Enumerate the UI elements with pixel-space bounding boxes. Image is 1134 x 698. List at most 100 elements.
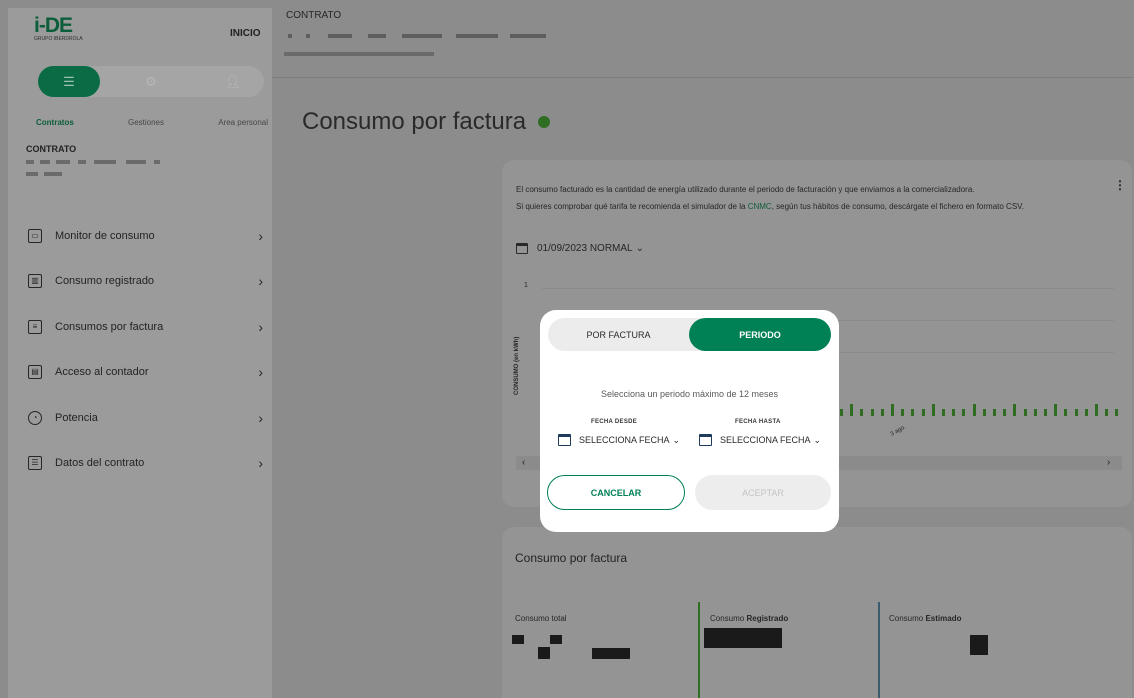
summary-card: Consumo por factura Consumo total Consum… bbox=[502, 527, 1132, 698]
chevron-down-icon: ⌄ bbox=[813, 434, 822, 445]
card-description: El consumo facturado es la cantidad de e… bbox=[516, 181, 1086, 215]
sidebar-item-acceso-contador[interactable]: ▤ Acceso al contador › bbox=[28, 350, 263, 396]
consumption-bar bbox=[982, 409, 986, 416]
sidebar-item-label: Datos del contrato bbox=[55, 457, 145, 470]
sidebar-item-consumos-factura[interactable]: ≡ Consumos por factura › bbox=[28, 304, 263, 350]
chevron-right-icon: › bbox=[258, 364, 263, 381]
consumption-bar bbox=[860, 409, 864, 416]
description-line-2: Si quieres comprobar qué tarifa te recom… bbox=[516, 202, 1024, 211]
period-selector[interactable]: 01/09/2023 NORMAL ⌄ bbox=[516, 243, 644, 254]
mode-tabs: POR FACTURA PERIODO bbox=[548, 318, 831, 351]
consumption-bar bbox=[1033, 409, 1037, 416]
consumption-bar bbox=[911, 409, 915, 416]
info-icon[interactable] bbox=[538, 116, 551, 128]
chevron-down-icon: ⌄ bbox=[635, 243, 645, 254]
registered-consumption-label: Consumo Registrado bbox=[710, 614, 789, 623]
consumption-bar bbox=[972, 404, 976, 416]
consumption-bar bbox=[952, 409, 956, 416]
invoice-icon: ≡ bbox=[28, 319, 42, 334]
modal-message: Selecciona un periodo máximo de 12 meses bbox=[600, 389, 779, 399]
consumption-bar bbox=[850, 404, 854, 416]
x-tick: 3 ago. bbox=[889, 424, 908, 438]
sidebar-item-label: Potencia bbox=[55, 411, 98, 424]
sidebar-item-datos-contrato[interactable]: ☰ Datos del contrato › bbox=[28, 441, 263, 487]
inicio-link[interactable]: INICIO bbox=[230, 28, 261, 39]
gestiones-tab-button[interactable]: ⚙ bbox=[120, 66, 182, 97]
consumption-bar bbox=[1054, 404, 1058, 416]
sidebar-item-label: Acceso al contador bbox=[55, 366, 149, 379]
divider-registrado bbox=[698, 602, 700, 698]
page-title-text: Consumo por factura bbox=[302, 108, 527, 135]
sidebar: i-DE GRUPO IBERDROLA INICIO ☰ ⚙ 👤︎ Contr… bbox=[8, 8, 272, 698]
tab-label-contratos[interactable]: Contratos bbox=[36, 118, 74, 127]
fecha-hasta-select[interactable]: SELECCIONA FECHA ⌄ bbox=[699, 434, 821, 446]
contracts-tab-button[interactable]: ☰ bbox=[38, 66, 100, 97]
chevron-right-icon: › bbox=[258, 409, 263, 426]
meter-icon: ▤ bbox=[28, 365, 42, 380]
consumption-bar bbox=[880, 409, 884, 416]
sidebar-item-monitor-consumo[interactable]: ▭ Monitor de consumo › bbox=[28, 213, 263, 259]
consumption-bar bbox=[1084, 409, 1088, 416]
list-icon: ☰ bbox=[63, 73, 75, 89]
consumption-bar bbox=[1044, 409, 1047, 416]
chevron-right-icon: › bbox=[258, 227, 263, 244]
calendar-icon bbox=[516, 243, 528, 254]
selected-period: 01/09/2023 NORMAL bbox=[537, 243, 633, 254]
chevron-right-icon: › bbox=[258, 455, 263, 472]
more-options-icon[interactable]: ⋮ bbox=[1114, 178, 1126, 192]
chevron-right-icon: › bbox=[258, 318, 263, 335]
sidebar-item-consumo-registrado[interactable]: ▥ Consumo registrado › bbox=[28, 259, 263, 305]
tab-periodo[interactable]: PERIODO bbox=[689, 318, 831, 351]
estimated-consumption-label: Consumo Estimado bbox=[889, 614, 962, 623]
contract-header-title: CONTRATO bbox=[286, 10, 342, 21]
y-tick: 1 bbox=[524, 282, 528, 289]
consumption-bar bbox=[1023, 409, 1027, 416]
chevron-down-icon: ⌄ bbox=[672, 434, 681, 445]
person-icon: 👤︎ bbox=[224, 73, 242, 89]
cnmc-link[interactable]: CNMC bbox=[748, 202, 772, 211]
consumption-bar bbox=[891, 404, 894, 416]
fecha-desde-select[interactable]: SELECCIONA FECHA ⌄ bbox=[558, 434, 680, 446]
sidebar-menu: ▭ Monitor de consumo › ▥ Consumo registr… bbox=[28, 213, 263, 486]
gear-icon: ⚙ bbox=[145, 73, 157, 89]
scroll-left-icon[interactable]: ‹ bbox=[522, 457, 525, 468]
section-switcher: ☰ ⚙ 👤︎ bbox=[38, 66, 264, 97]
logo-text: i-DE bbox=[34, 14, 73, 37]
gridline bbox=[542, 288, 1114, 289]
consumption-bar bbox=[1003, 409, 1007, 416]
sidebar-item-label: Consumo registrado bbox=[55, 275, 155, 288]
consumption-bar bbox=[1074, 409, 1078, 416]
tab-por-factura[interactable]: POR FACTURA bbox=[548, 318, 689, 351]
date-range-modal: POR FACTURA PERIODO Selecciona un period… bbox=[540, 310, 839, 532]
summary-title: Consumo por factura bbox=[515, 551, 628, 565]
total-consumption-label: Consumo total bbox=[515, 614, 567, 623]
ide-logo[interactable]: i-DE GRUPO IBERDROLA bbox=[34, 14, 83, 42]
tab-label-area-personal[interactable]: Area personal bbox=[218, 118, 268, 127]
personal-area-tab-button[interactable]: 👤︎ bbox=[202, 66, 264, 97]
cancel-button[interactable]: CANCELAR bbox=[547, 475, 685, 510]
logo-subtitle: GRUPO IBERDROLA bbox=[34, 36, 83, 42]
consumption-bars bbox=[840, 398, 1122, 416]
fecha-desde-label: FECHA DESDE bbox=[591, 419, 638, 425]
tab-label-gestiones[interactable]: Gestiones bbox=[128, 118, 164, 127]
sidebar-item-potencia[interactable]: ◔ Potencia › bbox=[28, 395, 263, 441]
fecha-hasta-label: FECHA HASTA bbox=[735, 419, 781, 425]
description-line-1: El consumo facturado es la cantidad de e… bbox=[516, 185, 975, 194]
consumption-bar bbox=[1105, 409, 1109, 416]
consumption-bar bbox=[1115, 409, 1119, 416]
consumption-bar bbox=[962, 409, 966, 416]
consumption-bar bbox=[1095, 404, 1098, 416]
consumption-bar bbox=[840, 409, 843, 416]
monitor-icon: ▭ bbox=[28, 228, 42, 243]
contract-header: CONTRATO bbox=[272, 8, 1134, 78]
bar-chart-icon: ▥ bbox=[28, 274, 42, 289]
accept-button[interactable]: ACEPTAR bbox=[695, 475, 831, 510]
document-icon: ☰ bbox=[28, 456, 42, 471]
sidebar-item-label: Monitor de consumo bbox=[55, 229, 155, 242]
scroll-right-icon[interactable]: › bbox=[1107, 457, 1110, 468]
chevron-right-icon: › bbox=[258, 273, 263, 290]
consumption-bar bbox=[942, 409, 945, 416]
divider-estimado bbox=[878, 602, 880, 698]
consumption-bar bbox=[931, 404, 935, 416]
page-title: Consumo por factura bbox=[302, 108, 551, 136]
